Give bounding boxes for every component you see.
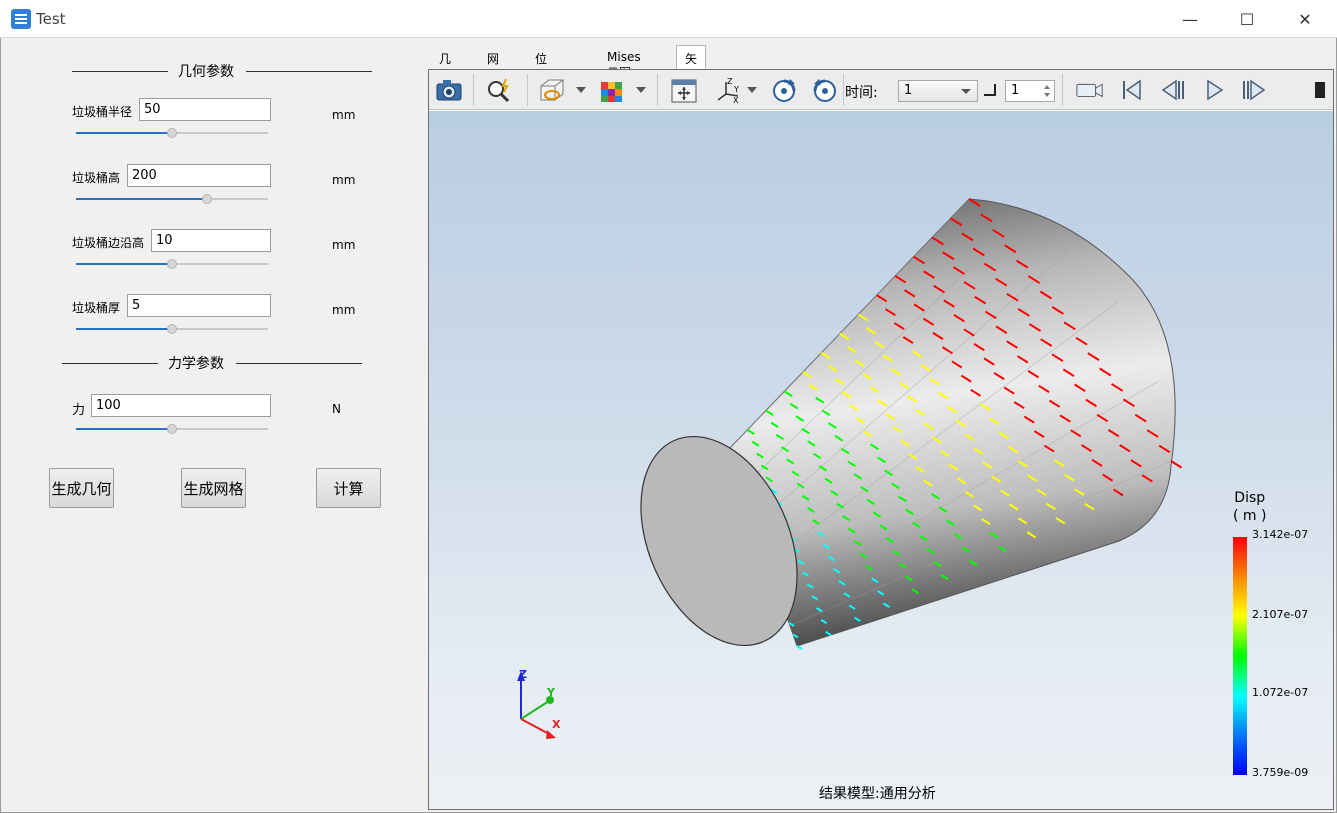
axis-z-label: Z — [519, 668, 527, 681]
rotate-ccw-icon[interactable] — [810, 75, 840, 105]
rim-height-slider[interactable] — [76, 258, 268, 270]
radius-slider-thumb[interactable] — [167, 128, 177, 138]
height-slider-thumb[interactable] — [201, 194, 212, 204]
legend-label-2: 2.107e-07 — [1252, 608, 1309, 621]
tab-geometry[interactable]: 几何 — [439, 45, 451, 83]
rim-height-slider-thumb[interactable] — [167, 259, 177, 269]
height-label: 垃圾桶高 — [72, 171, 121, 185]
generate-geometry-button[interactable]: 生成几何 — [49, 468, 114, 508]
legend-label-min: 3.759e-09 — [1252, 766, 1309, 779]
radius-slider[interactable] — [76, 127, 268, 139]
legend-title: Disp ( m ) — [1233, 489, 1266, 525]
time-select[interactable]: 1 — [898, 80, 978, 102]
geometry-group: 几何参数 — [72, 61, 372, 81]
viewport-3d[interactable]: Z Y X Disp ( m ) 3.142e-07 2.107e-07 1.0… — [429, 111, 1333, 809]
rim-height-input[interactable] — [151, 229, 271, 252]
viewer-toolbar: ZYX — [429, 70, 1333, 110]
height-unit: mm — [332, 173, 356, 187]
toolbar-overflow-icon[interactable] — [1315, 82, 1325, 98]
vector-arrow — [1170, 460, 1183, 469]
play-icon[interactable] — [1199, 75, 1229, 105]
axes-dropdown[interactable] — [747, 87, 757, 93]
zoom-icon[interactable] — [485, 75, 515, 105]
view-box-icon[interactable] — [537, 75, 567, 105]
color-cube-icon[interactable] — [597, 75, 627, 105]
first-frame-icon[interactable] — [1117, 75, 1147, 105]
mechanics-group: 力学参数 — [62, 353, 362, 373]
axis-x-label: X — [552, 718, 561, 731]
legend-unit: ( m ) — [1233, 508, 1267, 524]
tab-mesh[interactable]: 网格 — [487, 45, 499, 83]
axis-triad: Z Y X — [517, 668, 561, 739]
step-spinbox[interactable]: 1 — [1005, 80, 1055, 102]
svg-text:Y: Y — [733, 85, 739, 94]
app-icon — [11, 9, 31, 29]
thickness-unit: mm — [332, 303, 356, 317]
thickness-slider-thumb[interactable] — [167, 324, 177, 334]
color-cube-dropdown[interactable] — [636, 87, 646, 93]
tab-vector[interactable]: 矢量1 — [676, 45, 707, 98]
vector-arrow — [796, 645, 803, 650]
radius-input[interactable] — [139, 98, 271, 121]
compute-button[interactable]: 计算 — [316, 468, 381, 508]
thickness-input[interactable] — [127, 294, 271, 317]
time-label: 时间: — [845, 85, 878, 101]
spin-up-icon[interactable] — [1044, 85, 1050, 89]
next-frame-icon[interactable] — [1239, 75, 1269, 105]
geometry-group-title: 几何参数 — [178, 64, 234, 80]
video-icon[interactable] — [1075, 75, 1105, 105]
tab-displacement[interactable]: 位移云图 — [535, 45, 547, 117]
height-input[interactable] — [127, 164, 271, 187]
close-button[interactable]: ✕ — [1276, 0, 1334, 38]
chevron-down-icon — [961, 89, 971, 94]
force-label: 力 — [72, 403, 86, 418]
tab-mises[interactable]: Mises云图 — [607, 45, 641, 80]
color-bar — [1233, 537, 1247, 775]
thickness-slider[interactable] — [76, 323, 268, 335]
rim-height-unit: mm — [332, 238, 356, 252]
axes-icon[interactable]: ZYX — [713, 75, 743, 105]
legend-label-max: 3.142e-07 — [1252, 528, 1309, 541]
legend-label-3: 1.072e-07 — [1252, 686, 1309, 699]
fit-view-icon[interactable] — [669, 75, 699, 105]
step-icon — [984, 84, 996, 96]
force-slider[interactable] — [76, 423, 268, 435]
window-title: Test — [36, 10, 66, 28]
result-caption: 结果模型:通用分析 — [819, 786, 936, 802]
axis-y-label: Y — [546, 686, 556, 699]
model-render: Z Y X — [517, 198, 1183, 739]
rotate-cw-icon[interactable] — [769, 75, 799, 105]
spin-down-icon[interactable] — [1044, 93, 1050, 97]
step-spinbox-value: 1 — [1011, 83, 1020, 98]
title-bar: Test — ☐ ✕ — [0, 0, 1337, 38]
legend-quantity: Disp — [1234, 490, 1266, 506]
view-box-dropdown[interactable] — [576, 87, 586, 93]
time-select-value: 1 — [904, 83, 913, 98]
force-unit: N — [332, 402, 341, 416]
svg-text:Z: Z — [727, 77, 733, 86]
rim-height-label: 垃圾桶边沿高 — [72, 236, 145, 250]
mechanics-group-title: 力学参数 — [168, 356, 224, 372]
radius-unit: mm — [332, 108, 356, 122]
force-input[interactable] — [91, 394, 271, 417]
force-slider-thumb[interactable] — [167, 424, 177, 434]
camera-icon[interactable] — [434, 75, 464, 105]
maximize-button[interactable]: ☐ — [1218, 0, 1276, 38]
prev-frame-icon[interactable] — [1158, 75, 1188, 105]
svg-text:X: X — [733, 96, 739, 104]
minimize-button[interactable]: — — [1161, 0, 1219, 38]
thickness-label: 垃圾桶厚 — [72, 301, 121, 315]
height-slider[interactable] — [76, 193, 268, 205]
generate-mesh-button[interactable]: 生成网格 — [181, 468, 246, 508]
radius-label: 垃圾桶半径 — [72, 105, 133, 119]
